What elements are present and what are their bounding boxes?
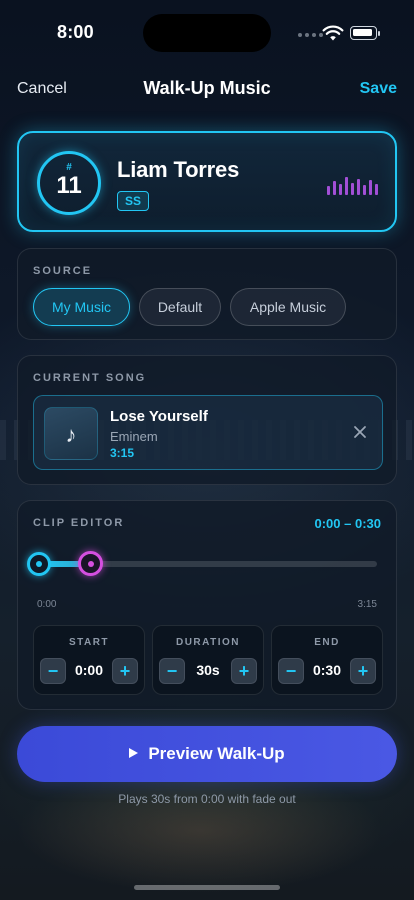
preview-button-label: Preview Walk-Up	[148, 744, 285, 763]
end-value: 0:30	[312, 662, 342, 678]
clip-end-handle[interactable]	[78, 551, 103, 576]
end-label: END	[314, 637, 340, 648]
current-song-section: CURRENT SONG ♪ Lose Yourself Eminem 3:15	[17, 355, 397, 485]
player-card: # 11 Liam Torres SS	[17, 131, 397, 232]
save-button[interactable]: Save	[360, 80, 397, 98]
end-increment-button[interactable]: +	[350, 658, 376, 684]
jersey-number-badge: # 11	[37, 151, 101, 215]
timeline-end-label: 3:15	[357, 599, 377, 610]
song-card[interactable]: ♪ Lose Yourself Eminem 3:15	[33, 395, 383, 470]
source-section: SOURCE My Music Default Apple Music	[17, 248, 397, 340]
start-value: 0:00	[74, 662, 104, 678]
status-bar: 8:00	[0, 0, 414, 60]
duration-value: 30s	[196, 662, 220, 678]
start-stepper: START − 0:00 +	[33, 625, 145, 695]
duration-decrement-button[interactable]: −	[159, 658, 185, 684]
play-icon	[129, 748, 139, 758]
source-option-apple-music[interactable]: Apple Music	[230, 288, 346, 326]
duration-label: DURATION	[175, 637, 241, 648]
equalizer-icon	[327, 177, 378, 195]
timeline-start-label: 0:00	[37, 599, 57, 610]
page-title: Walk-Up Music	[143, 78, 271, 98]
duration-increment-button[interactable]: +	[231, 658, 257, 684]
end-stepper: END − 0:30 +	[271, 625, 383, 695]
source-label: SOURCE	[33, 265, 93, 277]
preview-walk-up-button[interactable]: Preview Walk-Up	[17, 726, 397, 782]
nav-bar: Cancel Walk-Up Music Save	[0, 72, 414, 108]
source-option-my-music[interactable]: My Music	[33, 288, 130, 326]
preview-note: Plays 30s from 0:00 with fade out	[118, 792, 296, 806]
clip-start-handle[interactable]	[27, 552, 51, 576]
clip-editor-section: CLIP EDITOR 0:00 – 0:30 0:00 3:15 START …	[17, 500, 397, 710]
player-name: Liam Torres	[117, 157, 240, 182]
clip-editor-label: CLIP EDITOR	[33, 517, 125, 529]
cellular-signal-icon	[298, 33, 323, 37]
song-artist: Eminem	[110, 429, 158, 444]
dynamic-island	[143, 14, 271, 52]
duration-stepper: DURATION − 30s +	[152, 625, 264, 695]
position-badge: SS	[117, 191, 150, 211]
remove-song-icon[interactable]	[350, 422, 370, 442]
start-increment-button[interactable]: +	[112, 658, 138, 684]
wifi-icon	[322, 25, 344, 41]
battery-icon	[350, 26, 380, 40]
status-time: 8:00	[57, 22, 94, 42]
song-title: Lose Yourself	[110, 408, 208, 425]
jersey-number: 11	[56, 172, 82, 199]
clip-range: 0:00 – 0:30	[314, 516, 382, 531]
song-length: 3:15	[110, 446, 135, 460]
home-indicator[interactable]	[134, 885, 280, 890]
start-label: START	[68, 637, 110, 648]
end-decrement-button[interactable]: −	[278, 658, 304, 684]
current-song-label: CURRENT SONG	[33, 372, 147, 384]
start-decrement-button[interactable]: −	[40, 658, 66, 684]
music-note-icon: ♪	[44, 407, 98, 460]
source-option-default[interactable]: Default	[139, 288, 221, 326]
